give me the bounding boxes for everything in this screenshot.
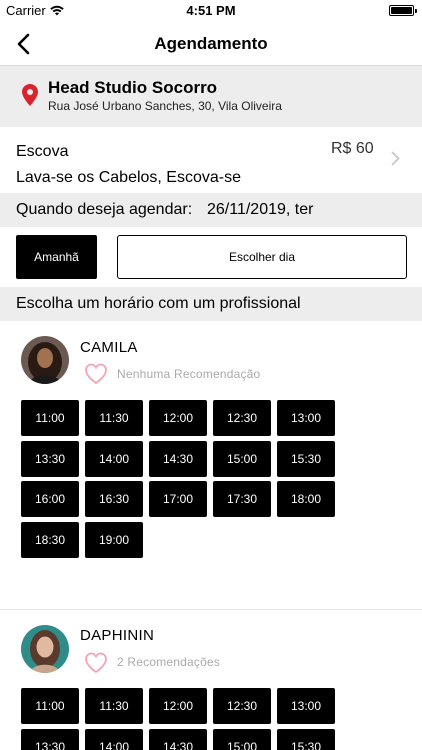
time-slot-button[interactable]: 17:30 xyxy=(213,481,271,517)
time-slot-button[interactable]: 18:00 xyxy=(277,481,335,517)
time-slot-button[interactable]: 19:00 xyxy=(85,522,143,558)
professional-section-header: Escolha um horário com um profissional xyxy=(0,287,422,321)
status-time: 4:51 PM xyxy=(186,3,236,18)
service-price: R$ 60 xyxy=(331,140,374,157)
time-slot-button[interactable]: 11:30 xyxy=(85,688,143,724)
time-slot-button[interactable]: 15:30 xyxy=(277,729,335,750)
service-name: Escova xyxy=(16,143,69,160)
time-slot-button[interactable]: 12:30 xyxy=(213,688,271,724)
time-slot-button[interactable]: 12:00 xyxy=(149,400,207,436)
time-slot-button[interactable]: 17:00 xyxy=(149,481,207,517)
salon-name: Head Studio Socorro xyxy=(48,78,218,97)
service-row[interactable]: Escova Lava-se os Cabelos, Escova-se R$ … xyxy=(0,127,422,193)
time-slot-button[interactable]: 13:30 xyxy=(21,729,79,750)
page-title: Agendamento xyxy=(154,34,268,53)
chevron-right-icon xyxy=(391,151,400,166)
time-slot-button[interactable]: 13:30 xyxy=(21,441,79,477)
time-slot-button[interactable]: 16:30 xyxy=(85,481,143,517)
schedule-date-label: Quando deseja agendar: xyxy=(16,201,193,218)
status-bar: Carrier 4:51 PM xyxy=(0,0,422,22)
time-slot-button[interactable]: 11:00 xyxy=(21,400,79,436)
navigation-bar: Agendamento xyxy=(0,22,422,66)
time-slot-button[interactable]: 15:00 xyxy=(213,441,271,477)
service-description: Lava-se os Cabelos, Escova-se xyxy=(16,169,241,186)
heart-icon[interactable] xyxy=(84,363,108,385)
time-slot-button[interactable]: 14:00 xyxy=(85,441,143,477)
time-slot-button[interactable]: 13:00 xyxy=(277,400,335,436)
time-slot-button[interactable]: 18:30 xyxy=(21,522,79,558)
time-slot-button[interactable]: 12:00 xyxy=(149,688,207,724)
salon-info: Head Studio Socorro Rua José Urbano Sanc… xyxy=(0,66,422,127)
location-pin-icon xyxy=(22,84,38,106)
time-slot-button[interactable]: 12:30 xyxy=(213,400,271,436)
time-slot-button[interactable]: 13:00 xyxy=(277,688,335,724)
battery-icon xyxy=(389,5,417,16)
tomorrow-button[interactable]: Amanhã xyxy=(16,235,97,279)
avatar xyxy=(21,625,69,673)
salon-address: Rua José Urbano Sanches, 30, Vila Olivei… xyxy=(48,99,282,113)
time-slot-button[interactable]: 14:30 xyxy=(149,441,207,477)
time-slot-button[interactable]: 16:00 xyxy=(21,481,79,517)
professional-name: DAPHININ xyxy=(80,627,155,644)
time-slot-button[interactable]: 15:30 xyxy=(277,441,335,477)
choose-day-button[interactable]: Escolher dia xyxy=(117,235,407,279)
time-slot-button[interactable]: 14:00 xyxy=(85,729,143,750)
recommendation-count: Nenhuma Recomendação xyxy=(117,367,261,381)
avatar xyxy=(21,336,69,384)
professional-card: CAMILA Nenhuma Recomendação 11:00 11:30 … xyxy=(0,321,422,609)
time-slot-button[interactable]: 15:00 xyxy=(213,729,271,750)
heart-icon[interactable] xyxy=(84,652,108,674)
professional-card: DAPHININ 2 Recomendações 11:00 11:30 12:… xyxy=(0,610,422,750)
schedule-date-value: 26/11/2019, ter xyxy=(207,201,314,218)
schedule-date-row: Quando deseja agendar: 26/11/2019, ter xyxy=(0,193,422,227)
time-slot-button[interactable]: 14:30 xyxy=(149,729,207,750)
time-slot-button[interactable]: 11:30 xyxy=(85,400,143,436)
recommendation-count: 2 Recomendações xyxy=(117,655,221,669)
professional-name: CAMILA xyxy=(80,339,138,356)
time-slot-button[interactable]: 11:00 xyxy=(21,688,79,724)
section-title: Escolha um horário com um profissional xyxy=(16,295,301,312)
